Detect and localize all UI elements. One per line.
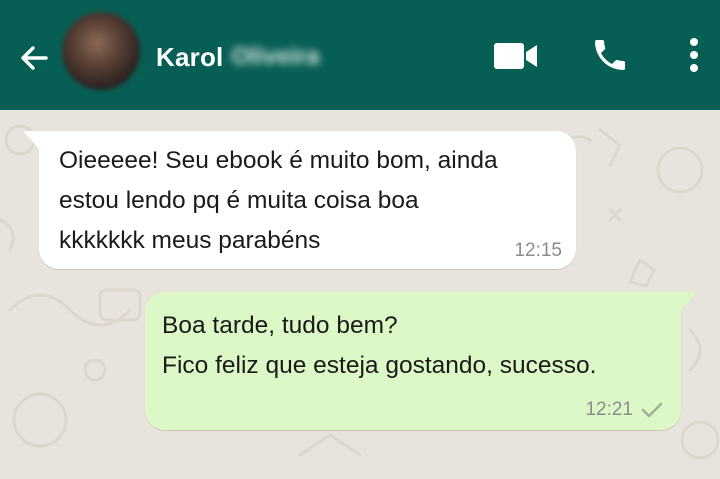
chat-header: Karol Oliveira — [0, 0, 720, 110]
back-button[interactable] — [14, 38, 54, 78]
contact-avatar[interactable] — [62, 12, 140, 90]
message-text: Boa tarde, tudo bem? Fico feliz que este… — [162, 312, 597, 379]
incoming-message-bubble[interactable]: Oieeeee! Seu ebook é muito bom, ainda es… — [23, 131, 576, 269]
phone-icon — [595, 40, 625, 70]
bubble-tail — [23, 131, 39, 149]
video-call-button[interactable] — [488, 34, 544, 78]
outgoing-message-bubble[interactable]: Boa tarde, tudo bem? Fico feliz que este… — [145, 292, 697, 430]
contact-name[interactable]: Karol Oliveira — [156, 37, 320, 77]
message-text: Oieeeee! Seu ebook é muito bom, ainda es… — [59, 147, 498, 254]
contact-last-name-blurred: Oliveira — [231, 43, 320, 70]
message-meta: 12:21 — [585, 399, 663, 421]
single-check-icon — [641, 401, 663, 419]
more-vert-icon — [690, 38, 698, 72]
chat-screen: Karol Oliveira Oieeeee! Seu ebook é muit… — [0, 0, 720, 479]
more-options-button[interactable] — [676, 30, 712, 80]
video-call-icon — [494, 43, 537, 69]
message-time: 12:21 — [585, 399, 633, 420]
bubble-tail — [681, 292, 697, 310]
voice-call-button[interactable] — [585, 30, 635, 80]
contact-first-name: Karol — [156, 41, 224, 72]
message-time: 12:15 — [514, 240, 562, 261]
back-arrow-icon — [21, 46, 48, 70]
